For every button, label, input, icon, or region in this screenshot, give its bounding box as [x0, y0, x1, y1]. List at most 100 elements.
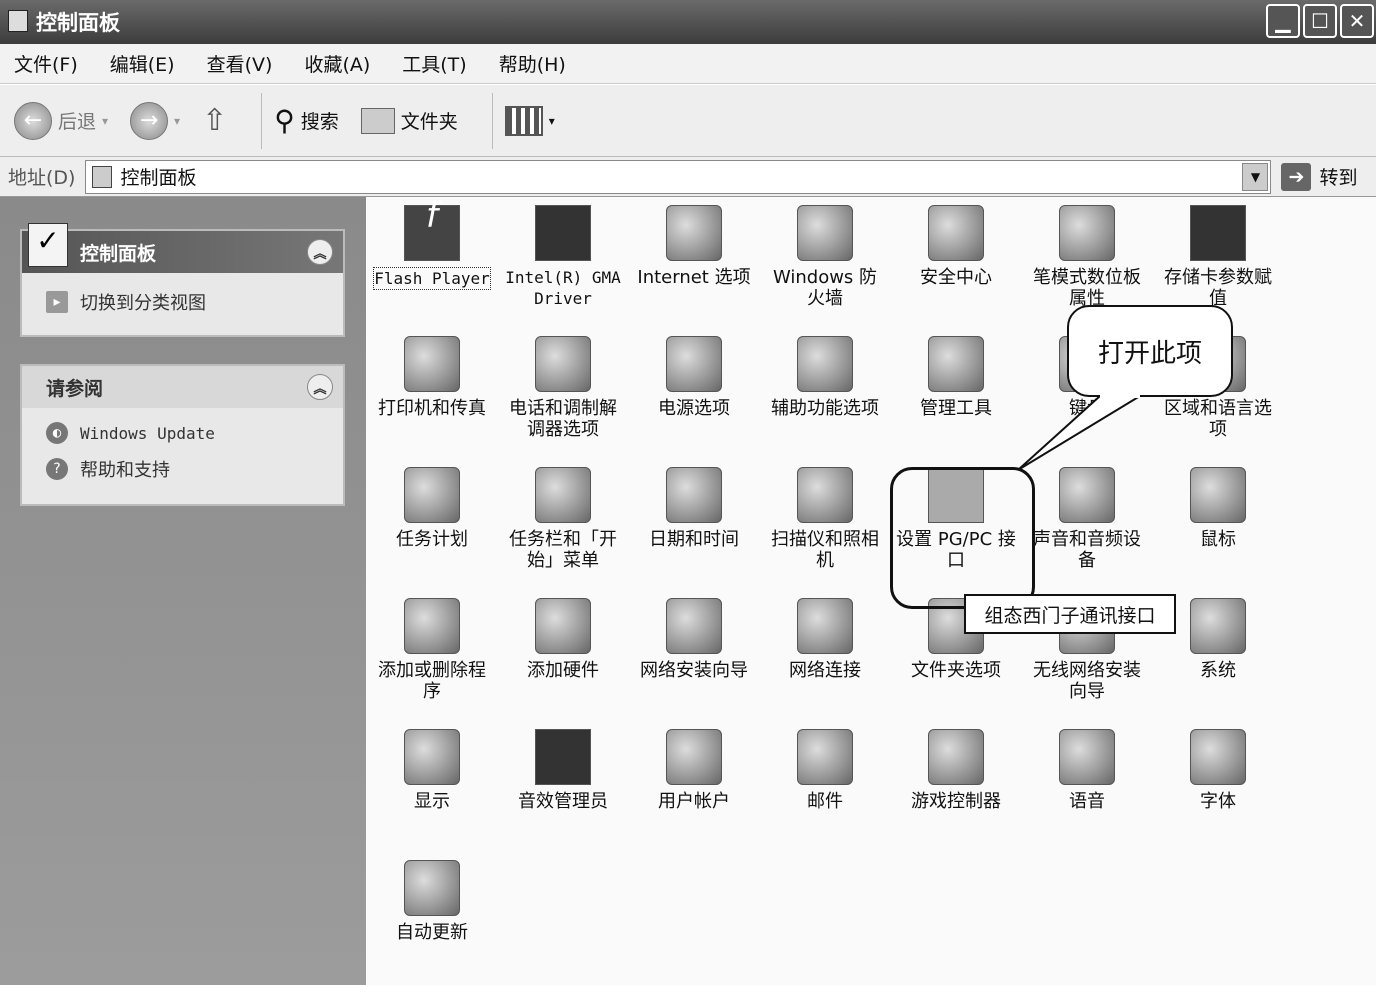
callout-annotation: 打开此项	[1067, 305, 1233, 397]
item-security-center[interactable]: 安全中心	[896, 205, 1016, 288]
intel-gma-driver-icon	[535, 205, 591, 261]
item-intel-gma-driver[interactable]: Intel(R) GMA Driver	[503, 205, 623, 309]
item-label: 音效管理员	[518, 791, 608, 812]
link-label: 帮助和支持	[80, 460, 170, 481]
close-button[interactable]: ✕	[1340, 4, 1374, 38]
item-label: 鼠标	[1200, 529, 1236, 550]
item-flash-player[interactable]: f Flash Player	[372, 199, 492, 290]
search-icon: ⚲	[274, 104, 295, 137]
address-dropdown-icon[interactable]: ▼	[1242, 162, 1269, 191]
item-speech[interactable]: 语音	[1027, 729, 1147, 812]
item-internet-options[interactable]: Internet 选项	[634, 205, 754, 288]
help-icon: ?	[46, 458, 68, 480]
toolbar: ← 后退 ▾ → ▾ ⇧ ⚲ 搜索 文件夹 ▾	[0, 85, 1376, 157]
item-date-time[interactable]: 日期和时间	[634, 467, 754, 550]
item-add-remove-programs[interactable]: 添加或删除程序	[372, 598, 492, 702]
item-label: 日期和时间	[649, 529, 739, 550]
panel-title: 请参阅	[46, 377, 104, 400]
menu-help[interactable]: 帮助(H)	[499, 50, 566, 77]
up-folder-button[interactable]: ⇧	[202, 103, 227, 138]
item-system[interactable]: 系统	[1158, 598, 1278, 681]
item-display[interactable]: 显示	[372, 729, 492, 812]
item-taskbar-start-menu[interactable]: 任务栏和「开始」菜单	[503, 467, 623, 571]
printers-faxes-icon	[404, 336, 460, 392]
network-setup-wizard-icon	[666, 598, 722, 654]
forward-button[interactable]: → ▾	[130, 101, 180, 140]
go-arrow-icon: ➔	[1281, 162, 1312, 191]
item-label: 邮件	[807, 791, 843, 812]
item-windows-firewall[interactable]: Windows 防火墙	[765, 205, 885, 309]
item-label: 任务栏和「开始」菜单	[509, 529, 617, 571]
item-label: 语音	[1069, 791, 1105, 812]
item-label: 系统	[1200, 660, 1236, 681]
item-add-hardware[interactable]: 添加硬件	[503, 598, 623, 681]
scanners-cameras-icon	[797, 467, 853, 523]
item-label: 任务计划	[396, 529, 468, 550]
item-scheduled-tasks[interactable]: 任务计划	[372, 467, 492, 550]
maximize-button[interactable]: ☐	[1303, 4, 1337, 38]
item-pen-tablet[interactable]: 笔模式数位板属性	[1027, 205, 1147, 309]
item-automatic-updates[interactable]: 自动更新	[372, 860, 492, 943]
item-sound-manager[interactable]: 音效管理员	[503, 729, 623, 812]
item-fonts[interactable]: 字体	[1158, 729, 1278, 812]
internet-options-icon	[666, 205, 722, 261]
panel-title: 控制面板	[80, 242, 157, 265]
panel-header[interactable]: 请参阅 ︽	[22, 366, 343, 408]
item-label: 辅助功能选项	[771, 398, 879, 419]
menu-file[interactable]: 文件(F)	[14, 50, 78, 77]
forward-arrow-icon: →	[130, 101, 169, 140]
admin-tools-icon	[928, 336, 984, 392]
item-mail[interactable]: 邮件	[765, 729, 885, 812]
go-button[interactable]: ➔ 转到	[1281, 162, 1357, 191]
control-panel-check-icon: ✓	[28, 223, 68, 267]
sounds-audio-icon	[1059, 467, 1115, 523]
minimize-button[interactable]: ▁	[1266, 4, 1300, 38]
item-user-accounts[interactable]: 用户帐户	[634, 729, 754, 812]
windows-update-link[interactable]: ◐ Windows Update	[22, 408, 343, 450]
memory-card-icon	[1190, 205, 1246, 261]
window-title: 控制面板	[36, 11, 120, 35]
add-remove-programs-icon	[404, 598, 460, 654]
item-label: 添加或删除程序	[378, 660, 486, 702]
item-label: 网络连接	[789, 660, 861, 681]
collapse-icon[interactable]: ︽	[307, 239, 333, 265]
item-game-controllers[interactable]: 游戏控制器	[896, 729, 1016, 812]
item-phone-modem[interactable]: 电话和调制解调器选项	[503, 336, 623, 440]
item-label: 打印机和传真	[378, 398, 486, 419]
menu-view[interactable]: 查看(V)	[207, 50, 273, 77]
item-accessibility[interactable]: 辅助功能选项	[765, 336, 885, 419]
folders-button[interactable]: 文件夹	[360, 107, 458, 134]
item-admin-tools[interactable]: 管理工具	[896, 336, 1016, 419]
help-support-link[interactable]: ? 帮助和支持	[22, 450, 343, 488]
power-options-icon	[666, 336, 722, 392]
menu-edit[interactable]: 编辑(E)	[110, 50, 175, 77]
menu-favorites[interactable]: 收藏(A)	[304, 50, 370, 77]
link-label: Windows Update	[80, 423, 215, 443]
control-panel-icon	[8, 10, 28, 32]
item-network-connections[interactable]: 网络连接	[765, 598, 885, 681]
item-label: 声音和音频设备	[1033, 529, 1141, 571]
item-mouse[interactable]: 鼠标	[1158, 467, 1278, 550]
views-icon	[504, 105, 543, 136]
control-panel-panel: ✓ 控制面板 ︽ ▸ 切换到分类视图	[20, 223, 345, 337]
menu-tools[interactable]: 工具(T)	[402, 50, 466, 77]
up-arrow-icon: ⇧	[202, 103, 228, 138]
views-button[interactable]: ▾	[504, 105, 555, 136]
item-power-options[interactable]: 电源选项	[634, 336, 754, 419]
panel-header[interactable]: ✓ 控制面板 ︽	[22, 223, 343, 273]
address-bar: 地址(D) 控制面板 ▼ ➔ 转到	[0, 157, 1376, 197]
back-button[interactable]: ← 后退 ▾	[14, 101, 108, 140]
item-memory-card[interactable]: 存储卡参数赋值	[1158, 205, 1278, 309]
back-arrow-icon: ←	[14, 101, 52, 140]
collapse-icon[interactable]: ︽	[307, 374, 333, 400]
menu-bar: 文件(F) 编辑(E) 查看(V) 收藏(A) 工具(T) 帮助(H)	[0, 44, 1376, 84]
item-scanners-cameras[interactable]: 扫描仪和照相机	[765, 467, 885, 571]
item-network-setup-wizard[interactable]: 网络安装向导	[634, 598, 754, 681]
item-printers-faxes[interactable]: 打印机和传真	[372, 336, 492, 419]
switch-category-view-link[interactable]: ▸ 切换到分类视图	[22, 273, 343, 321]
game-controllers-icon	[928, 729, 984, 785]
item-sounds-audio[interactable]: 声音和音频设备	[1027, 467, 1147, 571]
address-input[interactable]: 控制面板 ▼	[85, 159, 1272, 194]
search-button[interactable]: ⚲ 搜索	[274, 104, 339, 137]
back-label: 后退	[58, 111, 97, 133]
